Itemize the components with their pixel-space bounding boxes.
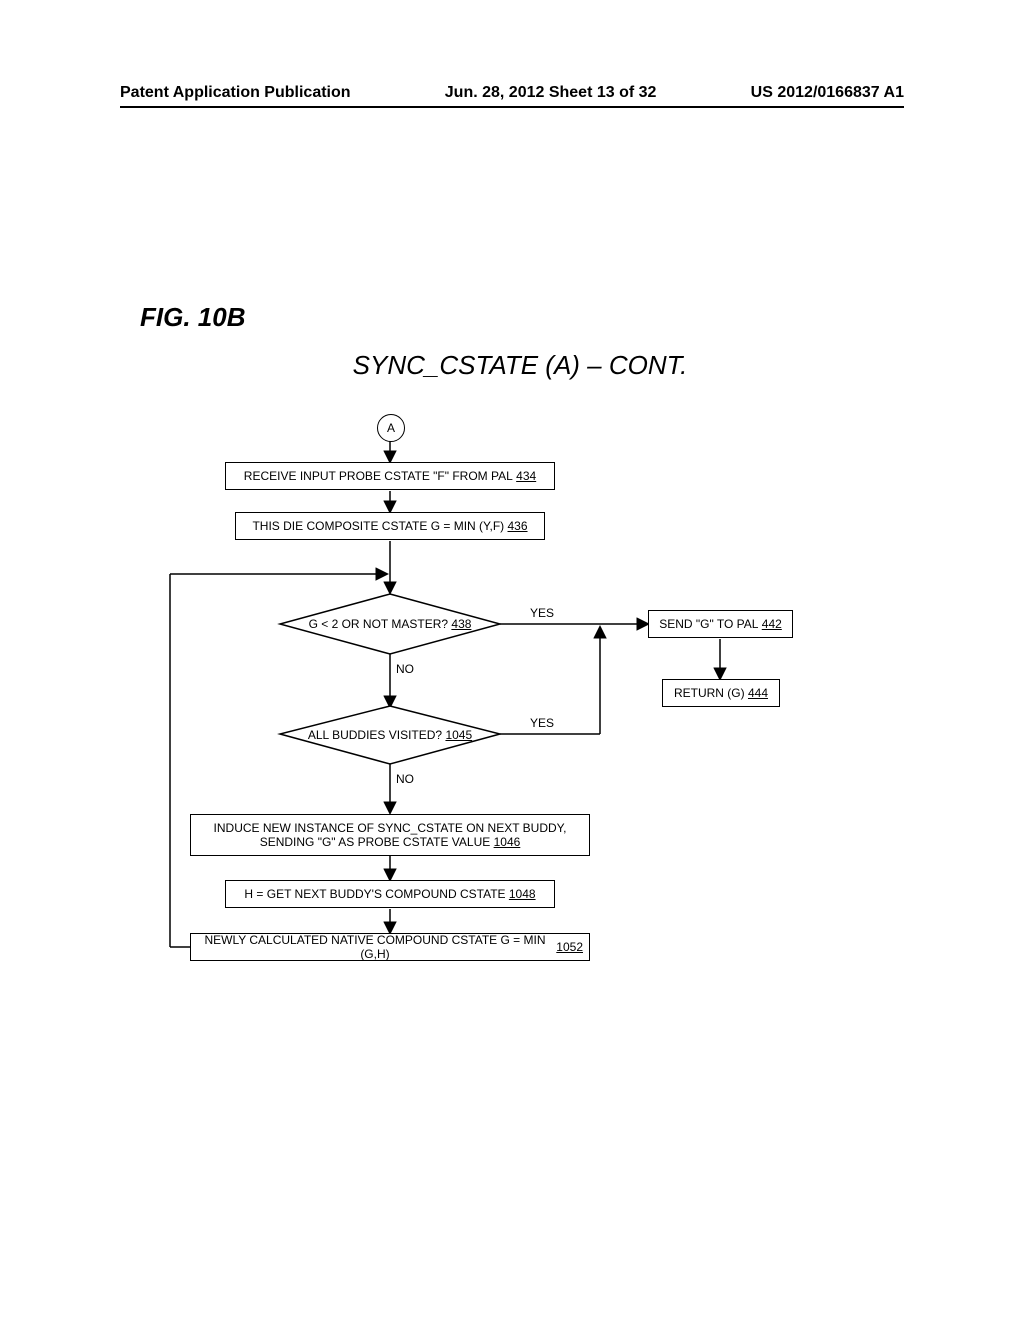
step-1048: H = GET NEXT BUDDY'S COMPOUND CSTATE 104… xyxy=(225,880,555,908)
step-1046: INDUCE NEW INSTANCE OF SYNC_CSTATE ON NE… xyxy=(190,814,590,856)
label-no-438: NO xyxy=(396,662,414,676)
page-header: Patent Application Publication Jun. 28, … xyxy=(0,84,1024,108)
decision-1045-ref: 1045 xyxy=(445,728,472,742)
decision-438: G < 2 OR NOT MASTER? 438 xyxy=(280,594,500,654)
decision-438-text: G < 2 OR NOT MASTER? xyxy=(309,617,448,631)
step-1046-ref: 1046 xyxy=(494,835,521,849)
connector-a: A xyxy=(377,414,405,442)
step-442: SEND "G" TO PAL 442 xyxy=(648,610,793,638)
step-436-text: THIS DIE COMPOSITE CSTATE G = MIN (Y,F) xyxy=(252,519,504,533)
label-no-1045: NO xyxy=(396,772,414,786)
step-434: RECEIVE INPUT PROBE CSTATE "F" FROM PAL … xyxy=(225,462,555,490)
decision-438-ref: 438 xyxy=(451,617,471,631)
label-yes-438: YES xyxy=(530,606,554,620)
header-rule xyxy=(120,106,904,108)
step-1052: NEWLY CALCULATED NATIVE COMPOUND CSTATE … xyxy=(190,933,590,961)
step-434-ref: 434 xyxy=(516,469,536,483)
flowchart: A RECEIVE INPUT PROBE CSTATE "F" FROM PA… xyxy=(0,414,1024,1054)
decision-1045: ALL BUDDIES VISITED? 1045 xyxy=(280,706,500,764)
figure-label: FIG. 10B xyxy=(140,302,245,333)
label-yes-1045: YES xyxy=(530,716,554,730)
step-442-text: SEND "G" TO PAL xyxy=(659,617,758,631)
step-444: RETURN (G) 444 xyxy=(662,679,780,707)
step-1052-ref: 1052 xyxy=(556,940,583,954)
header-right: US 2012/0166837 A1 xyxy=(751,84,904,102)
step-444-ref: 444 xyxy=(748,686,768,700)
step-442-ref: 442 xyxy=(762,617,782,631)
step-1052-text: NEWLY CALCULATED NATIVE COMPOUND CSTATE … xyxy=(197,933,553,961)
step-1048-ref: 1048 xyxy=(509,887,536,901)
step-436: THIS DIE COMPOSITE CSTATE G = MIN (Y,F) … xyxy=(235,512,545,540)
header-mid: Jun. 28, 2012 Sheet 13 of 32 xyxy=(445,84,657,102)
step-436-ref: 436 xyxy=(508,519,528,533)
figure-subtitle: SYNC_CSTATE (A) – CONT. xyxy=(340,350,700,381)
step-1048-text: H = GET NEXT BUDDY'S COMPOUND CSTATE xyxy=(244,887,505,901)
step-444-text: RETURN (G) xyxy=(674,686,745,700)
header-left: Patent Application Publication xyxy=(120,84,351,102)
decision-1045-text: ALL BUDDIES VISITED? xyxy=(308,728,442,742)
step-434-text: RECEIVE INPUT PROBE CSTATE "F" FROM PAL xyxy=(244,469,513,483)
